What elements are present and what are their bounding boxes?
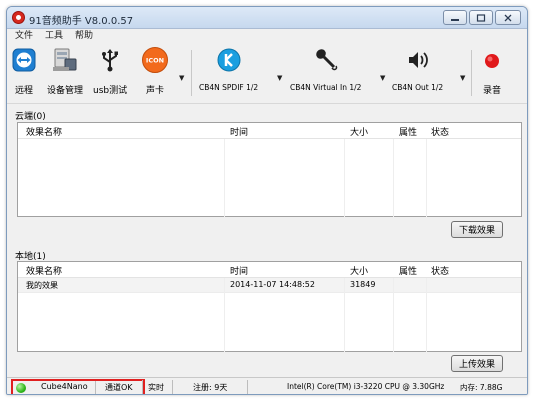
sound-card-button[interactable]: ICON 声卡	[140, 46, 170, 96]
sound-card-label: 声卡	[145, 86, 164, 96]
microphone-icon	[311, 46, 341, 74]
column-header-attr[interactable]: 属性	[399, 125, 417, 138]
column-divider	[224, 278, 225, 352]
spdif-button[interactable]: CB4N SPDIF 1/2	[199, 46, 258, 92]
mode-status: 实时	[148, 383, 164, 392]
column-header-size[interactable]: 大小	[350, 264, 368, 277]
virtual-in-dropdown-icon[interactable]: ▼	[380, 74, 385, 82]
column-divider	[393, 139, 394, 217]
registration-status: 注册: 9天	[193, 383, 228, 392]
effect-size-cell: 31849	[350, 280, 376, 289]
usb-icon	[95, 46, 125, 74]
record-label: 录音	[482, 86, 501, 96]
menu-tools[interactable]: 工具	[45, 29, 63, 44]
column-header-status[interactable]: 状态	[431, 264, 449, 277]
effect-name-cell: 我的效果	[26, 281, 58, 290]
window-title: 91音频助手 V8.0.0.57	[29, 16, 134, 27]
column-divider	[393, 278, 394, 352]
sound-card-badge: ICON	[146, 57, 164, 65]
virtual-in-label: CB4N Virtual In 1/2	[290, 83, 362, 92]
effect-time-cell: 2014-11-07 14:48:52	[230, 280, 315, 289]
column-header-name[interactable]: 效果名称	[26, 264, 62, 277]
column-header-status[interactable]: 状态	[431, 125, 449, 138]
speaker-icon	[403, 46, 433, 74]
cloud-section-label: 云端(0)	[15, 112, 46, 122]
status-bar: Cube4Nano 通道OK 实时 注册: 9天 Intel(R) Core(T…	[7, 377, 527, 394]
out-dropdown-icon[interactable]: ▼	[460, 74, 465, 82]
column-divider	[426, 278, 427, 352]
maximize-icon	[476, 13, 486, 22]
app-logo-icon	[12, 11, 25, 24]
toolbar-separator	[191, 50, 192, 96]
app-window: 91音频助手 V8.0.0.57 文件 工具 帮助 远程 设备管理 usb测试 …	[6, 6, 528, 395]
maximize-button[interactable]	[469, 10, 493, 25]
remote-label: 远程	[14, 86, 33, 96]
memory-info: 内存: 7.88G	[460, 383, 503, 392]
teamviewer-icon	[9, 46, 39, 74]
status-separator	[172, 380, 173, 394]
out-button[interactable]: CB4N Out 1/2	[392, 46, 443, 92]
close-icon	[504, 14, 512, 21]
virtual-in-button[interactable]: CB4N Virtual In 1/2	[290, 46, 361, 92]
minimize-icon	[451, 18, 459, 21]
close-button[interactable]	[495, 10, 521, 25]
menu-bar: 文件 工具 帮助	[7, 29, 527, 44]
menu-file[interactable]: 文件	[15, 29, 33, 44]
usb-test-button[interactable]: usb测试	[93, 46, 127, 96]
out-label: CB4N Out 1/2	[392, 83, 444, 92]
device-manager-icon	[50, 46, 80, 74]
download-effect-button[interactable]: 下载效果	[451, 221, 503, 238]
spdif-dropdown-icon[interactable]: ▼	[277, 74, 282, 82]
toolbar: 远程 设备管理 usb测试 ICON 声卡 ▼ CB4N SPDIF 1/2 ▼…	[7, 44, 527, 104]
status-separator	[247, 380, 248, 394]
window-controls	[441, 10, 521, 25]
sound-card-dropdown-icon[interactable]: ▼	[179, 74, 184, 82]
upload-effect-button[interactable]: 上传效果	[451, 355, 503, 372]
local-list-header: 效果名称 时间 大小 属性 状态	[18, 262, 521, 278]
record-button[interactable]: 录音	[477, 46, 507, 96]
device-manager-label: 设备管理	[47, 86, 84, 96]
status-separator	[142, 380, 143, 394]
usb-test-label: usb测试	[93, 86, 128, 96]
device-manager-button[interactable]: 设备管理	[47, 46, 83, 96]
column-header-time[interactable]: 时间	[230, 264, 248, 277]
column-header-time[interactable]: 时间	[230, 125, 248, 138]
cloud-list-header: 效果名称 时间 大小 属性 状态	[18, 123, 521, 139]
column-divider	[426, 139, 427, 217]
title-bar: 91音频助手 V8.0.0.57	[7, 7, 527, 29]
kodi-icon	[214, 46, 244, 74]
highlight-annotation	[11, 379, 145, 394]
column-header-size[interactable]: 大小	[350, 125, 368, 138]
cloud-effects-list[interactable]: 效果名称 时间 大小 属性 状态	[17, 122, 522, 217]
column-divider	[344, 278, 345, 352]
column-header-attr[interactable]: 属性	[399, 264, 417, 277]
table-row[interactable]: 我的效果 2014-11-07 14:48:52 31849	[18, 278, 521, 293]
minimize-button[interactable]	[443, 10, 467, 25]
local-effects-list[interactable]: 效果名称 时间 大小 属性 状态 我的效果 2014-11-07 14:48:5…	[17, 261, 522, 352]
record-icon	[477, 46, 507, 74]
column-divider	[224, 139, 225, 217]
spdif-label: CB4N SPDIF 1/2	[199, 83, 259, 92]
remote-button[interactable]: 远程	[9, 46, 39, 96]
column-divider	[344, 139, 345, 217]
toolbar-separator	[471, 50, 472, 96]
column-header-name[interactable]: 效果名称	[26, 125, 62, 138]
sound-card-icon: ICON	[140, 46, 170, 74]
cpu-info: Intel(R) Core(TM) i3-3220 CPU @ 3.30GHz	[287, 382, 445, 391]
menu-help[interactable]: 帮助	[75, 29, 93, 44]
